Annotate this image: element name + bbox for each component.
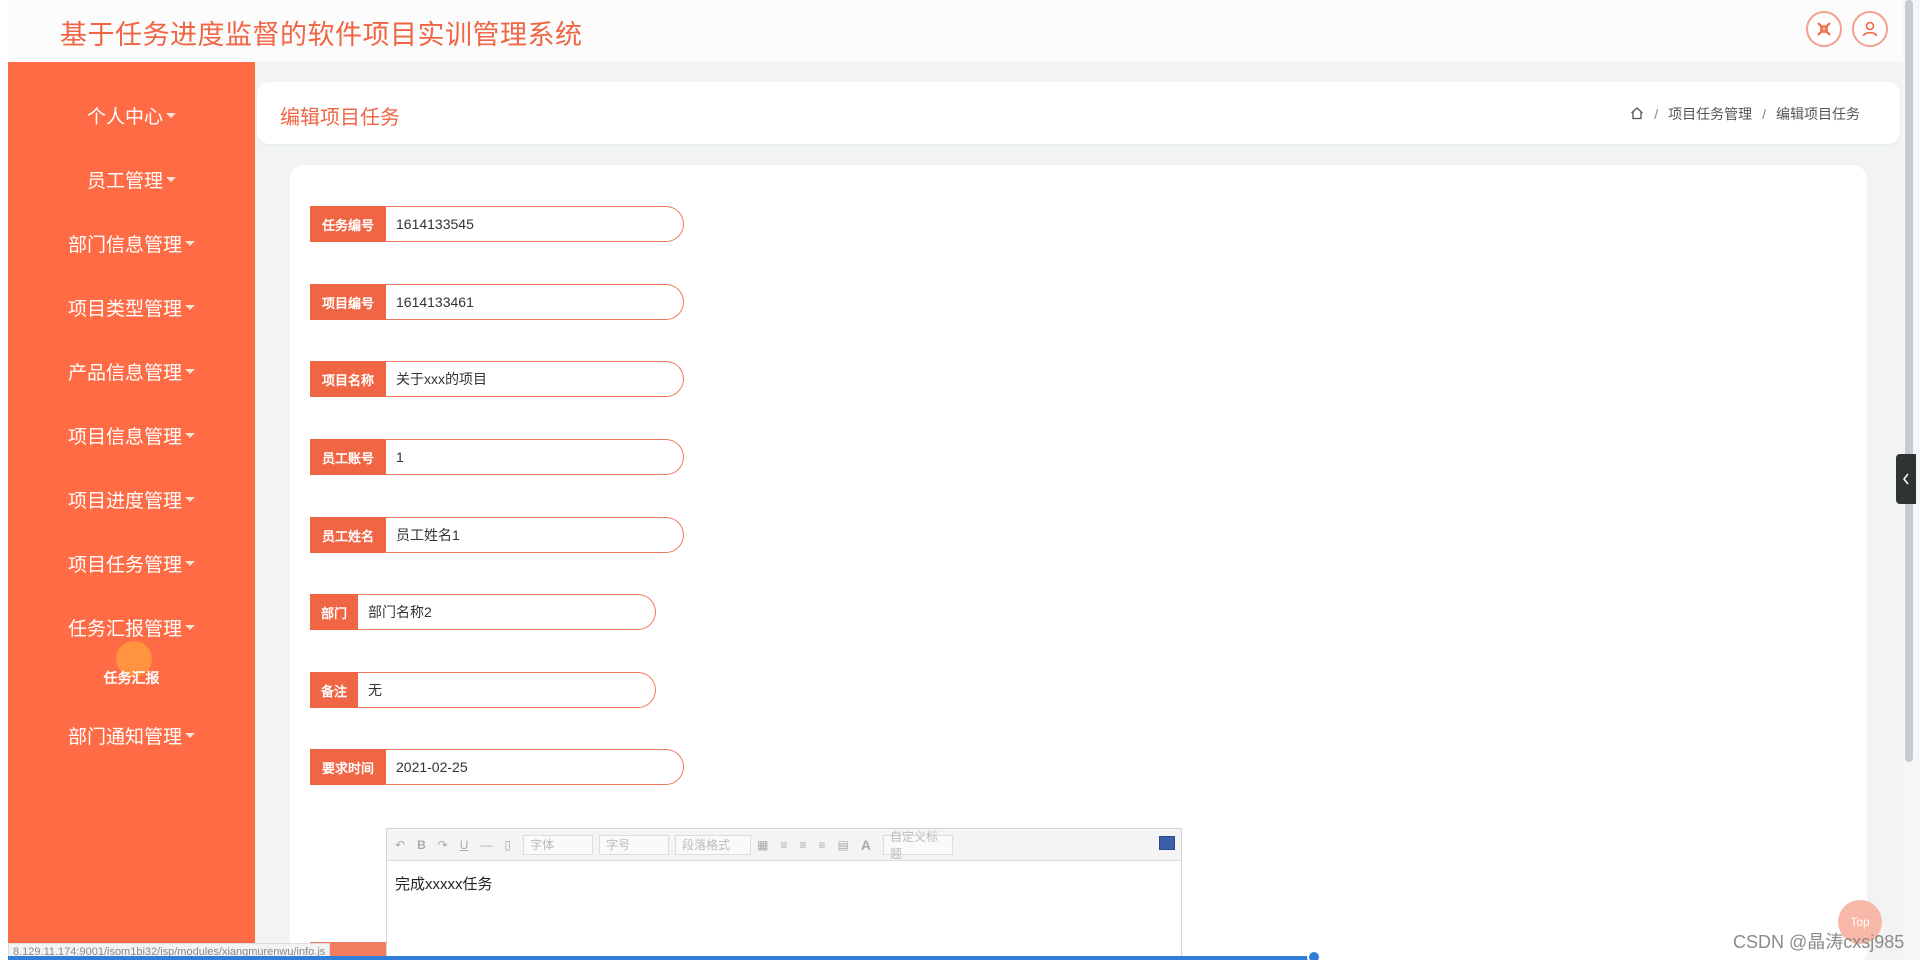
sidebar-subitem-task-report[interactable]: 任务汇报 (8, 668, 255, 688)
sidebar-item-dept-notice[interactable]: 部门通知管理 (8, 722, 255, 749)
redo-icon[interactable]: ↷ (438, 838, 448, 852)
department-input[interactable]: 部门名称2 (358, 594, 656, 630)
sidebar-item-department[interactable]: 部门信息管理 (8, 230, 255, 257)
align-center-icon[interactable]: ≡ (818, 838, 825, 852)
justify-icon[interactable]: ▤ (837, 838, 848, 852)
collapse-tab[interactable] (1896, 454, 1916, 504)
table-icon[interactable]: ▦ (757, 838, 768, 852)
employee-name-input[interactable]: 员工姓名1 (386, 517, 684, 553)
editor-toolbar: ↶ B ↷ U — ▯ 字体 字号 段落格式 ▦ ≡ ≡ ≡ ▤ A 自定义标题 (387, 829, 1181, 861)
custom-title-select[interactable]: 自定义标题 (882, 830, 953, 861)
paragraph-select[interactable]: 段落格式 (675, 834, 752, 855)
field-label: 任务编号 (310, 206, 386, 242)
caret-down-icon (185, 241, 195, 247)
sidebar-item-task-report[interactable]: 任务汇报管理 (8, 614, 255, 641)
sidebar-item-product[interactable]: 产品信息管理 (8, 358, 255, 385)
caret-down-icon (185, 305, 195, 311)
underline-icon[interactable]: U (460, 838, 469, 852)
sidebar-item-project-type[interactable]: 项目类型管理 (8, 294, 255, 321)
sidebar-item-label: 项目类型管理 (67, 299, 182, 320)
bold-icon[interactable]: B (417, 838, 426, 852)
top-header: 基于任务进度监督的软件项目实训管理系统 (8, 0, 1903, 62)
field-label: 员工姓名 (310, 517, 386, 553)
required-time-field: 要求时间 2021-02-25 (310, 749, 684, 785)
sidebar-item-project-task[interactable]: 项目任务管理 (8, 550, 255, 577)
project-no-input[interactable]: 1614133461 (386, 284, 684, 320)
department-field: 部门 部门名称2 (310, 594, 656, 630)
chevron-left-icon (1903, 473, 1909, 485)
page-icon[interactable]: ▯ (504, 838, 511, 852)
user-icon[interactable] (1852, 11, 1888, 47)
sidebar-item-project-progress[interactable]: 项目进度管理 (8, 486, 255, 513)
field-label: 部门 (310, 594, 358, 630)
align-right-icon[interactable]: ≡ (799, 838, 806, 852)
task-no-input[interactable]: 1614133545 (386, 206, 684, 242)
required-time-input[interactable]: 2021-02-25 (386, 749, 684, 785)
task-no-field: 任务编号 1614133545 (310, 206, 684, 242)
project-name-field: 项目名称 关于xxx的项目 (310, 361, 684, 397)
page-title: 编辑项目任务 (280, 107, 400, 129)
field-label: 项目编号 (310, 284, 386, 320)
caret-down-icon (185, 733, 195, 739)
scrollbar-thumb[interactable] (1905, 0, 1913, 762)
field-label: 项目名称 (310, 361, 386, 397)
sidebar-item-label: 员工管理 (86, 171, 163, 192)
horizontal-rule-icon[interactable]: — (480, 838, 492, 852)
font-color-icon[interactable]: A (861, 837, 871, 853)
field-label: 要求时间 (310, 749, 386, 785)
sidebar-item-personal-center[interactable]: 个人中心 (8, 102, 255, 129)
breadcrumb-separator: / (1654, 106, 1659, 122)
caret-down-icon (185, 369, 195, 375)
sidebar-item-label: 产品信息管理 (67, 363, 182, 384)
breadcrumb: / 项目任务管理 / 编辑项目任务 (1630, 104, 1860, 124)
window-left-edge (0, 0, 8, 960)
employee-account-field: 员工账号 1 (310, 439, 684, 475)
employee-account-input[interactable]: 1 (386, 439, 684, 475)
caret-down-icon (166, 113, 176, 119)
home-icon[interactable] (1630, 106, 1644, 123)
breadcrumb-item-task-management[interactable]: 项目任务管理 (1668, 104, 1752, 124)
sidebar-item-employee[interactable]: 员工管理 (8, 166, 255, 193)
sidebar-item-label: 项目任务管理 (67, 555, 182, 576)
sidebar-item-label: 个人中心 (86, 107, 163, 128)
project-name-input[interactable]: 关于xxx的项目 (386, 361, 684, 397)
employee-name-field: 员工姓名 员工姓名1 (310, 517, 684, 553)
remark-field: 备注 无 (310, 672, 656, 708)
fullscreen-exit-icon[interactable] (1806, 11, 1842, 47)
undo-icon[interactable]: ↶ (395, 838, 405, 852)
field-label: 备注 (310, 672, 358, 708)
breadcrumb-separator: / (1762, 106, 1766, 122)
project-no-field: 项目编号 1614133461 (310, 284, 684, 320)
sidebar: 个人中心 员工管理 部门信息管理 项目类型管理 产品信息管理 项目信息管理 项目… (8, 62, 255, 960)
progress-knob[interactable] (1307, 950, 1321, 960)
caret-down-icon (185, 561, 195, 567)
page-header: 编辑项目任务 / 项目任务管理 / 编辑项目任务 (257, 82, 1900, 144)
caret-down-icon (166, 177, 176, 183)
caret-down-icon (185, 433, 195, 439)
editor-content[interactable]: 完成xxxxx任务 (387, 861, 1181, 906)
sidebar-item-label: 项目信息管理 (67, 427, 182, 448)
breadcrumb-item-current: 编辑项目任务 (1776, 106, 1860, 122)
watermark: CSDN @晶涛cxsj985 (1733, 932, 1905, 952)
size-select[interactable]: 字号 (599, 834, 670, 855)
source-code-icon[interactable] (1159, 836, 1175, 850)
rich-text-editor: ↶ B ↷ U — ▯ 字体 字号 段落格式 ▦ ≡ ≡ ≡ ▤ A 自定义标题… (386, 828, 1182, 960)
caret-down-icon (185, 625, 195, 631)
progress-bar (8, 956, 1315, 960)
align-left-icon[interactable]: ≡ (780, 838, 787, 852)
sidebar-item-label: 部门通知管理 (67, 727, 182, 748)
sidebar-item-label: 任务汇报管理 (67, 619, 182, 640)
font-select[interactable]: 字体 (523, 834, 594, 855)
caret-down-icon (185, 497, 195, 503)
field-label: 员工账号 (310, 439, 386, 475)
sidebar-item-project-info[interactable]: 项目信息管理 (8, 422, 255, 449)
sidebar-item-label: 项目进度管理 (67, 491, 182, 512)
sidebar-item-label: 部门信息管理 (67, 235, 182, 256)
app-title: 基于任务进度监督的软件项目实训管理系统 (60, 20, 583, 50)
remark-input[interactable]: 无 (358, 672, 656, 708)
